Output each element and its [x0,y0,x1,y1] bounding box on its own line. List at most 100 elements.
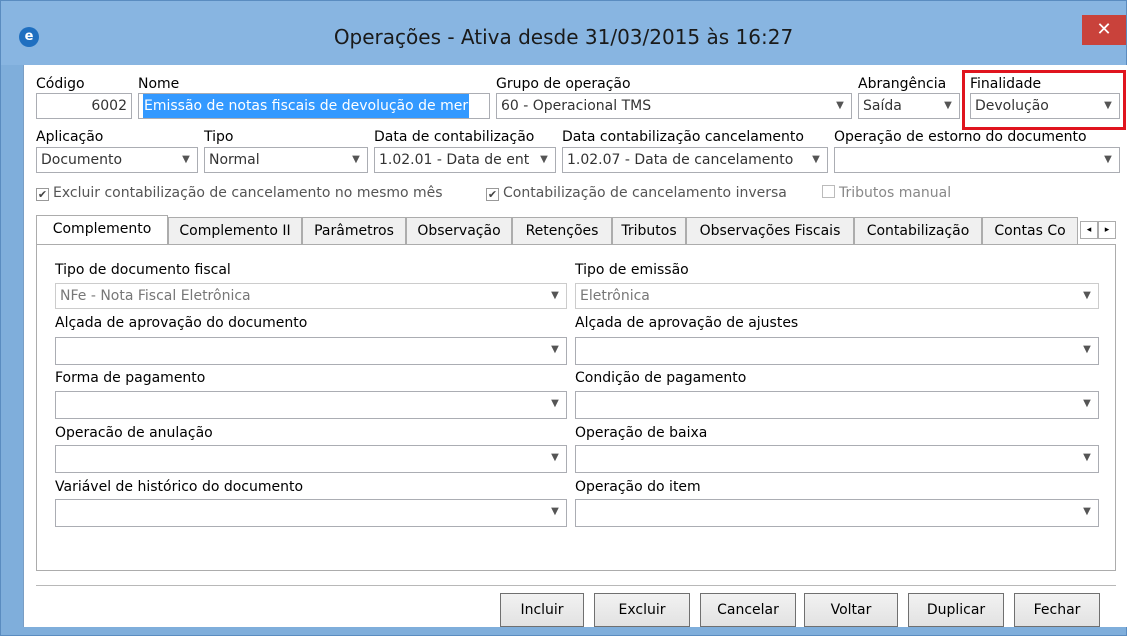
variavel-historico-label: Variável de histórico do documento [55,479,304,495]
data-contab-dropdown[interactable]: 1.02.01 - Data de ent ▼ [374,147,556,173]
close-icon: ✕ [1096,19,1112,40]
close-button[interactable]: ✕ [1082,15,1126,45]
condicao-pagamento-dropdown[interactable]: ▼ [575,391,1099,419]
chevron-down-icon: ▼ [540,154,548,165]
tab-scroll-left-button[interactable]: ◂ [1080,221,1098,239]
alcada-doc-dropdown[interactable]: ▼ [55,337,567,365]
tipo-label: Tipo [204,129,234,145]
data-cancel-dropdown[interactable]: 1.02.07 - Data de cancelamento ▼ [562,147,828,173]
forma-pagamento-dropdown[interactable]: ▼ [55,391,567,419]
tab-bar: Complemento Complemento II Parâmetros Ob… [36,215,1116,246]
tab-contas[interactable]: Contas Co [982,217,1078,245]
tab-scroll-right-button[interactable]: ▸ [1098,221,1116,239]
finalidade-highlight [962,70,1126,130]
chevron-down-icon: ▼ [836,100,844,111]
grupo-label: Grupo de operação [496,76,631,92]
tipo-emissao-dropdown[interactable]: Eletrônica ▼ [575,283,1099,309]
operacao-baixa-label: Operação de baixa [575,425,708,441]
estorno-label: Operação de estorno do documento [834,129,1087,145]
incluir-button[interactable]: Incluir [500,593,584,627]
data-cancel-label: Data contabilização cancelamento [562,129,804,145]
duplicar-button[interactable]: Duplicar [908,593,1004,627]
chevron-down-icon: ▼ [551,398,559,409]
operacao-anulacao-dropdown[interactable]: ▼ [55,445,567,473]
chevron-down-icon: ▼ [1083,506,1091,517]
chevron-down-icon: ▼ [1083,398,1091,409]
chevron-down-icon: ▼ [1083,344,1091,355]
tab-complemento[interactable]: Complemento [36,215,168,246]
tipo-doc-fiscal-label: Tipo de documento fiscal [55,262,231,278]
tipo-value: Normal [209,152,260,168]
checkbox-label: Excluir contabilização de cancelamento n… [53,185,443,201]
tipo-emissao-value: Eletrônica [580,288,650,304]
tab-observacoes-fiscais[interactable]: Observações Fiscais [686,217,854,245]
tab-retencoes[interactable]: Retenções [512,217,612,245]
footer-separator [36,585,1116,586]
tipo-doc-fiscal-dropdown[interactable]: NFe - Nota Fiscal Eletrônica ▼ [55,283,567,309]
tipo-dropdown[interactable]: Normal ▼ [204,147,368,173]
estorno-dropdown[interactable]: ▼ [834,147,1120,173]
checkbox-checked-icon: ✔ [486,188,499,201]
chevron-down-icon: ▼ [182,154,190,165]
data-cancel-value: 1.02.07 - Data de cancelamento [567,152,794,168]
grupo-dropdown[interactable]: 60 - Operacional TMS ▼ [496,93,852,119]
data-contab-label: Data de contabilização [374,129,535,145]
tab-contabilizacao[interactable]: Contabilização [854,217,982,245]
tab-complemento-ii[interactable]: Complemento II [168,217,302,245]
checkbox-checked-icon: ✔ [36,188,49,201]
alcada-ajustes-label: Alçada de aprovação de ajustes [575,315,799,331]
abrangencia-label: Abrangência [858,76,947,92]
alcada-doc-label: Alçada de aprovação do documento [55,315,308,331]
excluir-button[interactable]: Excluir [594,593,690,627]
grupo-value: 60 - Operacional TMS [501,98,652,114]
alcada-ajustes-dropdown[interactable]: ▼ [575,337,1099,365]
fechar-button[interactable]: Fechar [1014,593,1100,627]
window-title: Operações - Ativa desde 31/03/2015 às 16… [333,25,794,49]
complemento-panel: Tipo de documento fiscal NFe - Nota Fisc… [36,244,1116,571]
tributos-manual-checkbox[interactable]: Tributos manual [822,185,951,201]
tab-parametros[interactable]: Parâmetros [302,217,406,245]
chevron-down-icon: ▼ [352,154,360,165]
chevron-down-icon: ▼ [551,290,559,301]
chevron-down-icon: ▼ [1104,154,1112,165]
excluir-contab-checkbox[interactable]: ✔ Excluir contabilização de cancelamento … [36,185,443,201]
operacao-item-dropdown[interactable]: ▼ [575,499,1099,527]
forma-pagamento-label: Forma de pagamento [55,370,206,386]
operacao-baixa-dropdown[interactable]: ▼ [575,445,1099,473]
codigo-label: Código [36,76,85,92]
tab-observacao[interactable]: Observação [406,217,512,245]
operacao-item-label: Operação do item [575,479,701,495]
chevron-right-icon: ▸ [1104,225,1110,235]
data-contab-value: 1.02.01 - Data de ent [379,152,530,168]
chevron-left-icon: ◂ [1086,225,1092,235]
aplicacao-value: Documento [41,152,123,168]
checkbox-unchecked-icon [822,185,835,198]
contab-inversa-checkbox[interactable]: ✔ Contabilização de cancelamento inversa [486,185,787,201]
chevron-down-icon: ▼ [551,506,559,517]
dialog-body: Código Nome Grupo de operação Abrangênci… [23,65,1127,627]
operations-window: e Operações - Ativa desde 31/03/2015 às … [0,0,1127,636]
voltar-button[interactable]: Voltar [804,593,898,627]
nome-field[interactable]: Emissão de notas fiscais de devolução de… [138,93,490,119]
codigo-value: 6002 [91,98,127,114]
chevron-down-icon: ▼ [1083,290,1091,301]
codigo-field[interactable]: 6002 [36,93,132,119]
tab-tributos[interactable]: Tributos [612,217,686,245]
cancelar-button[interactable]: Cancelar [700,593,796,627]
chevron-down-icon: ▼ [1083,452,1091,463]
checkbox-label: Contabilização de cancelamento inversa [503,185,787,201]
condicao-pagamento-label: Condição de pagamento [575,370,747,386]
operacao-anulacao-label: Operacão de anulação [55,425,213,441]
chevron-down-icon: ▼ [551,452,559,463]
abrangencia-dropdown[interactable]: Saída ▼ [858,93,960,119]
nome-value: Emissão de notas fiscais de devolução de… [143,94,470,118]
chevron-down-icon: ▼ [812,154,820,165]
tipo-doc-fiscal-value: NFe - Nota Fiscal Eletrônica [60,288,251,304]
chevron-down-icon: ▼ [944,100,952,111]
tipo-emissao-label: Tipo de emissão [575,262,689,278]
aplicacao-dropdown[interactable]: Documento ▼ [36,147,198,173]
title-bar[interactable]: e Operações - Ativa desde 31/03/2015 às … [1,1,1126,65]
abrangencia-value: Saída [863,98,902,114]
nome-label: Nome [138,76,180,92]
variavel-historico-dropdown[interactable]: ▼ [55,499,567,527]
